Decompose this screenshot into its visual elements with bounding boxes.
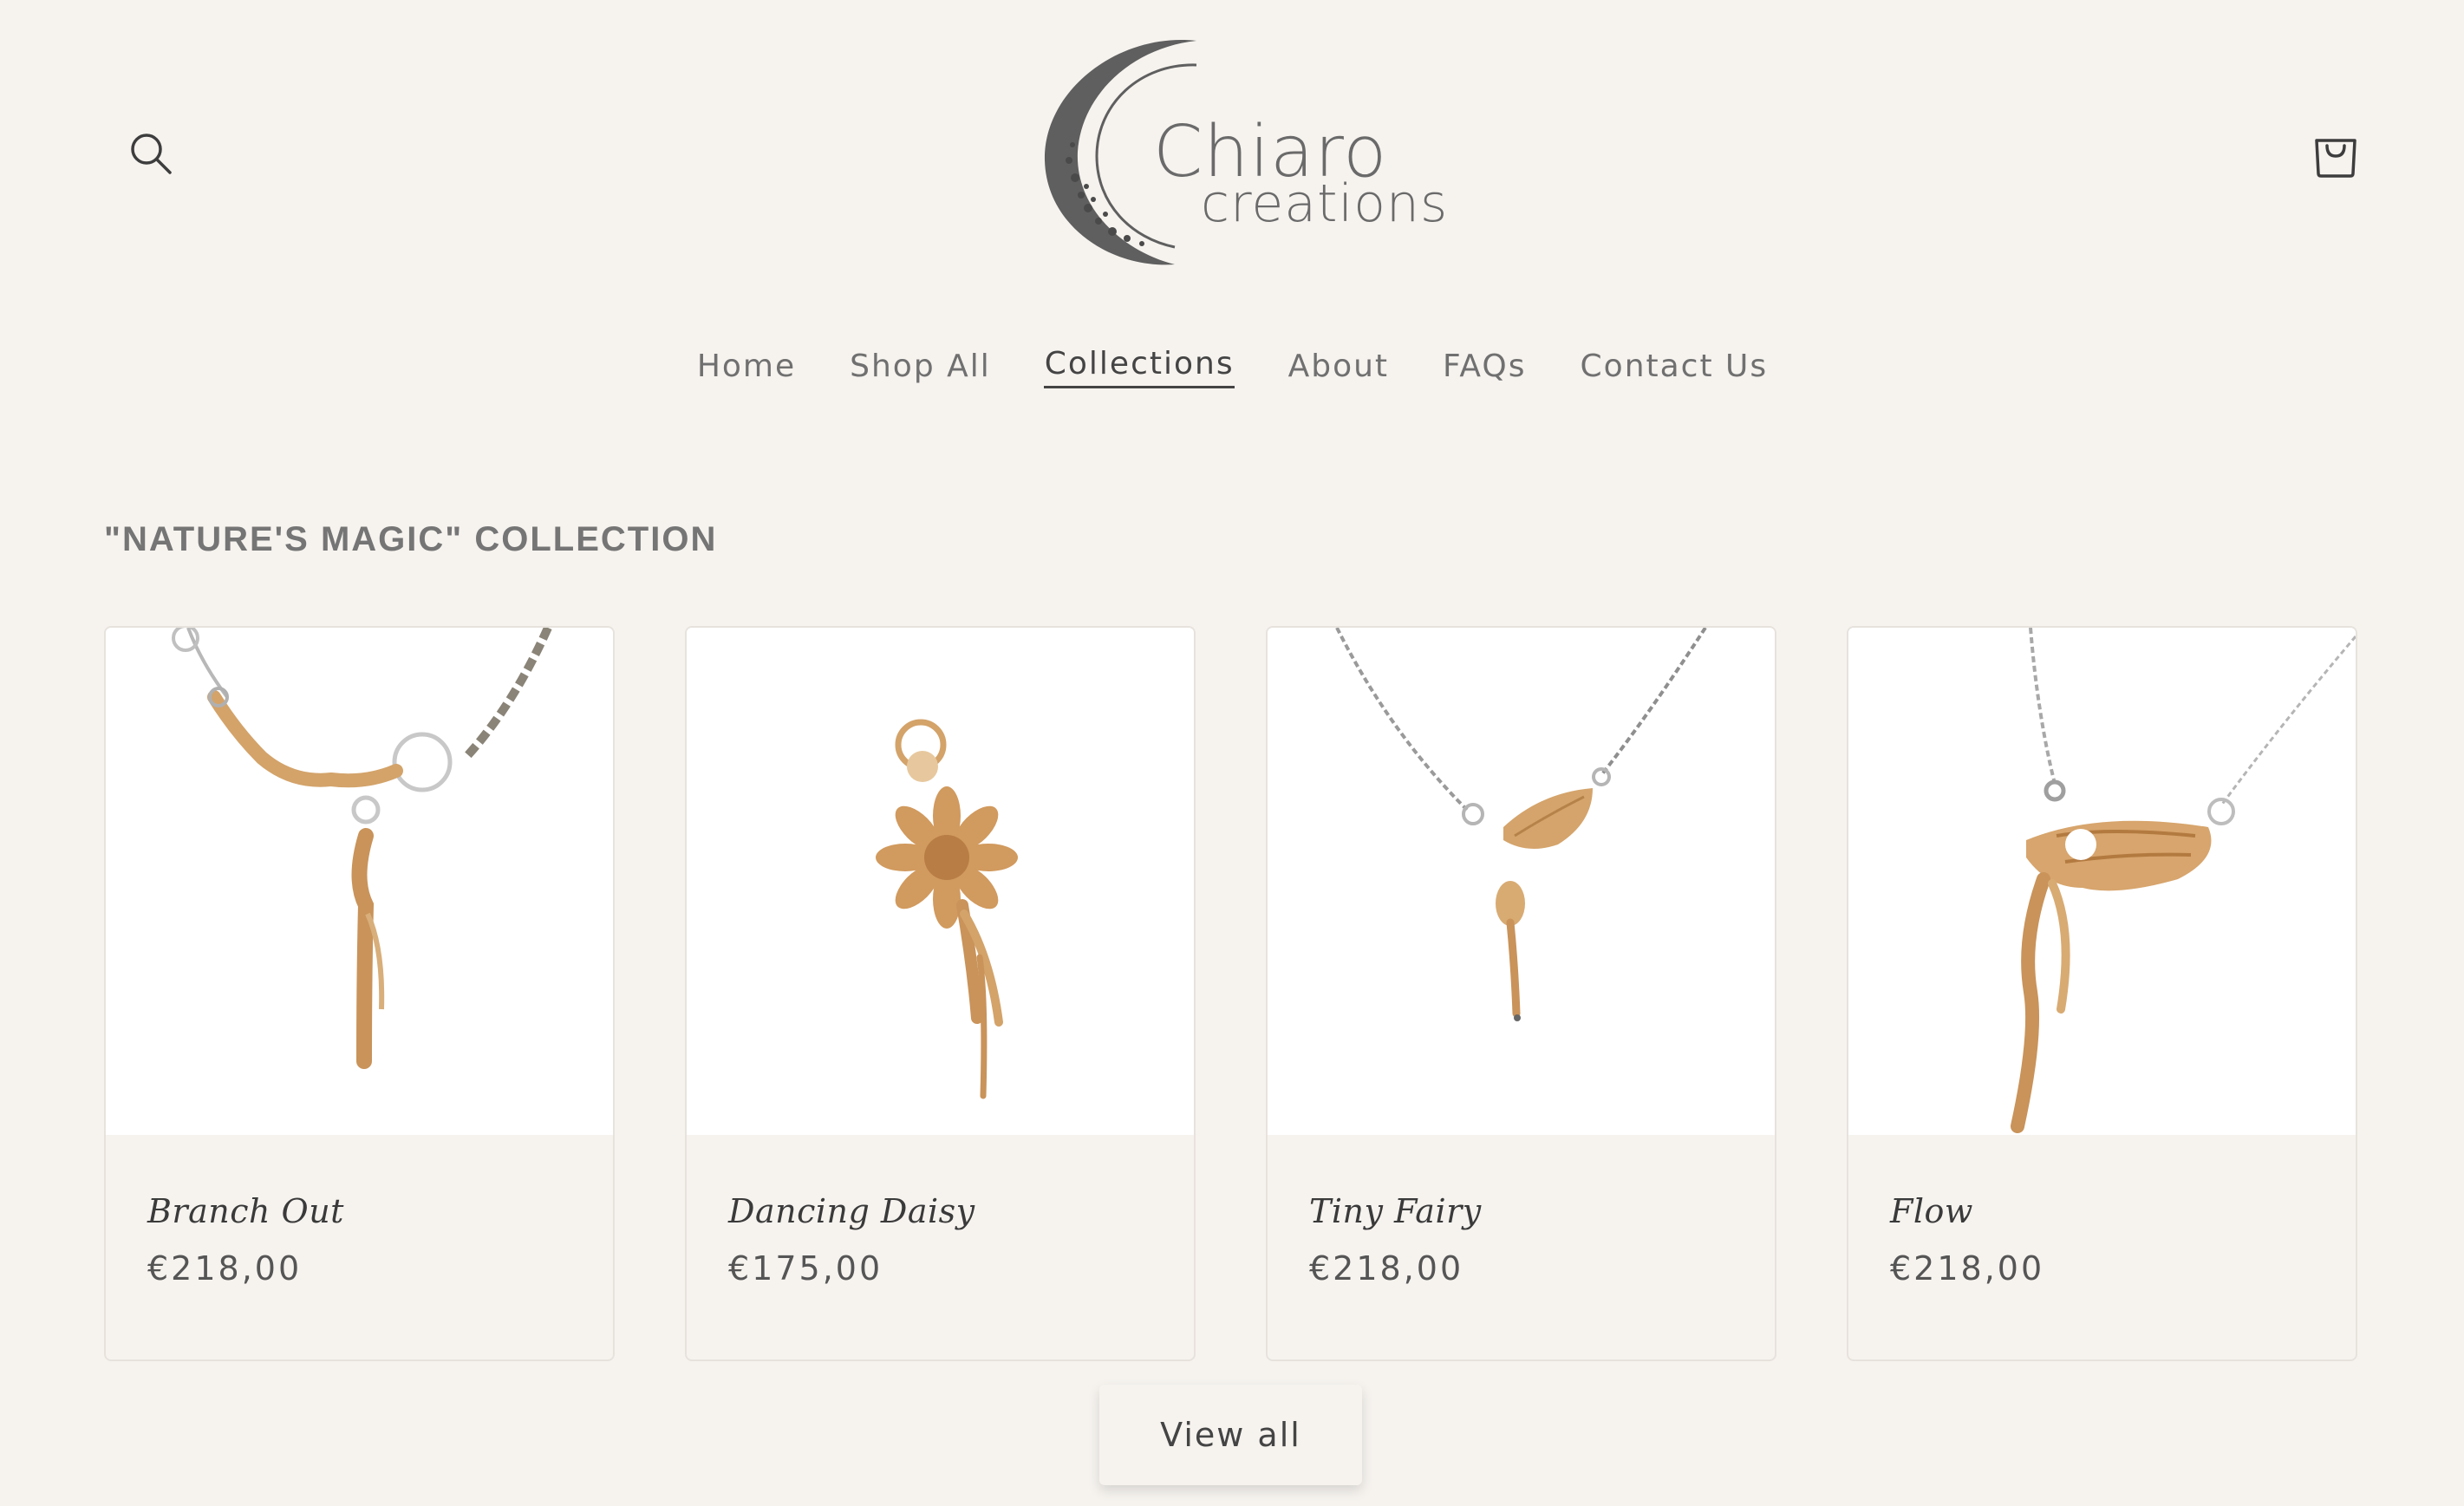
product-name[interactable]: Dancing Daisy — [728, 1192, 1194, 1230]
search-button[interactable] — [116, 119, 186, 188]
nav-collections[interactable]: Collections — [1043, 345, 1235, 388]
nav-about[interactable]: About — [1287, 345, 1389, 388]
product-image[interactable] — [1268, 628, 1775, 1135]
cart-icon — [2315, 139, 2356, 178]
logo-tagline: creations — [1201, 173, 1449, 234]
fairy-necklace-image — [1335, 628, 1707, 1021]
product-price: €218,00 — [1890, 1249, 2045, 1288]
nav-contact-us[interactable]: Contact Us — [1580, 345, 1769, 388]
product-card[interactable]: Flow €218,00 — [1847, 626, 2357, 1361]
nav-faqs[interactable]: FAQs — [1442, 345, 1527, 388]
nav-shop-all[interactable]: Shop All — [849, 345, 991, 388]
product-image[interactable] — [106, 628, 613, 1135]
nav-home[interactable]: Home — [696, 345, 796, 388]
branch-necklace-image — [172, 628, 552, 1069]
collection-title: "NATURE'S MAGIC" COLLECTION — [104, 520, 718, 558]
site-header: Chiaro creations Home Shop All Collectio… — [0, 0, 2464, 451]
product-card[interactable]: Branch Out €218,00 — [104, 626, 615, 1361]
product-name[interactable]: Branch Out — [147, 1192, 613, 1230]
flow-necklace-image — [2011, 628, 2356, 1133]
product-card[interactable]: Tiny Fairy €218,00 — [1266, 626, 1776, 1361]
product-name[interactable]: Tiny Fairy — [1309, 1192, 1775, 1230]
view-all-button[interactable]: View all — [1099, 1385, 1362, 1485]
product-price: €218,00 — [147, 1249, 303, 1288]
search-icon — [131, 134, 172, 174]
daisy-pendant-image — [876, 719, 1018, 1099]
product-grid: Branch Out €218,00 Dancing Daisy €175,00… — [104, 626, 2357, 1361]
product-image[interactable] — [687, 628, 1194, 1135]
product-image[interactable] — [1848, 628, 2356, 1135]
main-nav: Home Shop All Collections About FAQs Con… — [0, 345, 2464, 388]
product-card[interactable]: Dancing Daisy €175,00 — [685, 626, 1196, 1361]
product-price: €218,00 — [1309, 1249, 1464, 1288]
product-name[interactable]: Flow — [1890, 1192, 2356, 1230]
product-price: €175,00 — [728, 1249, 883, 1288]
site-logo[interactable]: Chiaro creations — [1036, 30, 1447, 273]
cart-button[interactable] — [2301, 119, 2370, 188]
